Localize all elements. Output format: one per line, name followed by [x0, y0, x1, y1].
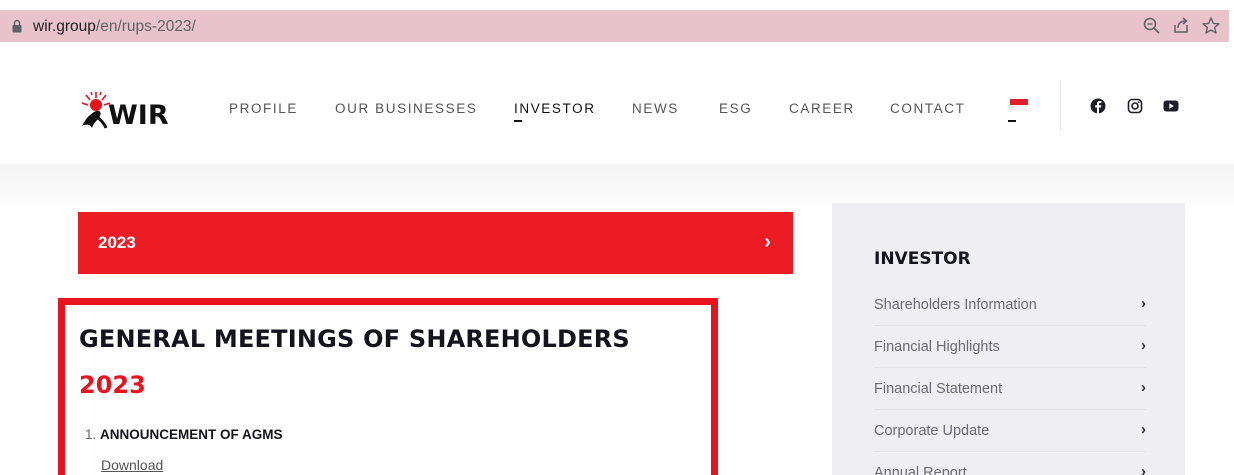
facebook-icon[interactable]: [1090, 98, 1106, 114]
download-link[interactable]: Download: [101, 457, 163, 473]
nav-profile[interactable]: PROFILE: [229, 101, 298, 116]
sidebar-item-corporate-update[interactable]: Corporate Update ›: [874, 410, 1146, 452]
sidebar-item-financial-statement[interactable]: Financial Statement ›: [874, 368, 1146, 410]
sidebar-item-label: Financial Highlights: [874, 339, 1000, 355]
page-title: GENERAL MEETINGS OF SHAREHOLDERS: [79, 325, 630, 353]
sidebar-item-label: Financial Statement: [874, 381, 1003, 397]
nav-contact[interactable]: CONTACT: [890, 101, 965, 116]
browser-address-bar: wir.group/en/rups-2023/: [0, 0, 1234, 44]
zoom-icon[interactable]: [1142, 16, 1162, 36]
sidebar-item-financial-highlights[interactable]: Financial Highlights ›: [874, 326, 1146, 368]
nav-career[interactable]: CAREER: [789, 101, 855, 116]
chevron-right-icon: ›: [1141, 337, 1146, 354]
list-item-title: ANNOUNCEMENT OF AGMS: [100, 427, 283, 442]
bookmark-star-icon[interactable]: [1201, 16, 1221, 36]
main-content-highlight: GENERAL MEETINGS OF SHAREHOLDERS 2023 1.…: [58, 298, 718, 475]
language-indicator: [1008, 120, 1016, 122]
list-item: 1. ANNOUNCEMENT OF AGMS: [85, 427, 283, 442]
sidebar-item-annual-report[interactable]: Annual Report ›: [874, 452, 1146, 475]
instagram-icon[interactable]: [1127, 98, 1143, 114]
sidebar-item-label: Annual Report: [874, 465, 967, 475]
list-item-number: 1.: [85, 427, 97, 442]
chevron-right-icon: ›: [1141, 295, 1146, 312]
nav-active-indicator: [514, 120, 522, 122]
logo-text: WIR: [108, 100, 169, 131]
nav-investor[interactable]: INVESTOR: [514, 101, 596, 116]
youtube-icon[interactable]: [1163, 98, 1179, 114]
chevron-right-icon: ›: [1141, 463, 1146, 475]
header-divider: [1060, 80, 1061, 130]
nav-news[interactable]: NEWS: [632, 101, 679, 116]
investor-sidebar: INVESTOR Shareholders Information › Fina…: [832, 203, 1185, 475]
site-header: WIR PROFILE OUR BUSINESSES INVESTOR NEWS…: [0, 44, 1234, 164]
url-text[interactable]: wir.group/en/rups-2023/: [33, 18, 196, 36]
nav-our-businesses[interactable]: OUR BUSINESSES: [335, 101, 477, 116]
lock-icon: [12, 19, 22, 33]
nav-esg[interactable]: ESG: [719, 101, 752, 116]
sidebar-item-shareholders-information[interactable]: Shareholders Information ›: [874, 284, 1146, 326]
sidebar-title: INVESTOR: [874, 249, 971, 269]
sidebar-item-label: Corporate Update: [874, 423, 990, 439]
url-host: wir.group: [33, 18, 96, 35]
url-path: /en/rups-2023/: [95, 18, 196, 35]
indonesia-flag-icon[interactable]: [1010, 99, 1028, 111]
page-year: 2023: [79, 371, 146, 399]
chevron-right-icon: ›: [1141, 379, 1146, 396]
sidebar-item-label: Shareholders Information: [874, 297, 1037, 313]
year-selector-label: 2023: [98, 233, 136, 252]
chevron-right-icon: ›: [1141, 421, 1146, 438]
year-selector[interactable]: 2023 ›: [78, 212, 793, 274]
share-icon[interactable]: [1171, 16, 1191, 36]
chevron-right-icon: ›: [764, 231, 771, 253]
